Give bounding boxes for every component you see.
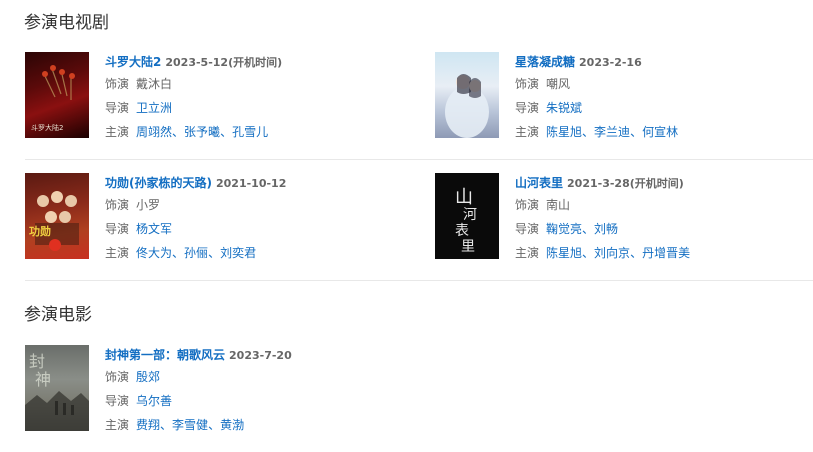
tv-card: 功勋 功勋(孙家栋的天路) 2021-10-12 饰演 小罗 导演 杨文军 主演 佟大为… [25,173,405,265]
cast-link[interactable]: 孙俪 [184,246,208,260]
director-link[interactable]: 杨文军 [136,222,172,236]
tv-card: 斗罗大陆2 斗罗大陆2 2023-5-12(开机时间) 饰演 戴沐白 导演 卫立洲 主… [25,52,405,144]
movie-title-link[interactable]: 封神第一部：朝歌风云 [105,348,225,362]
director-label: 导演 [105,394,130,408]
poster-image[interactable]: 山 河 表 里 [435,173,499,259]
svg-text:封: 封 [29,352,45,371]
cast-link[interactable]: 周翊然 [136,125,172,139]
cast-label: 主演 [105,246,130,260]
svg-text:表: 表 [455,223,469,239]
director-label: 导演 [105,101,130,115]
role-label: 饰演 [105,370,130,384]
director-label: 导演 [515,101,540,115]
drama-date: 2023-5-12(开机时间) [165,56,283,69]
svg-text:河: 河 [463,207,477,223]
director-label: 导演 [105,222,130,236]
cast-label: 主演 [515,125,540,139]
cast-link[interactable]: 佟大为 [136,246,172,260]
cast-link[interactable]: 刘向京 [594,246,630,260]
cast-link[interactable]: 陈星旭 [546,246,582,260]
role-value: 小罗 [136,198,161,212]
director-link[interactable]: 卫立洲 [136,101,172,115]
drama-title-link[interactable]: 斗罗大陆2 [105,55,161,69]
drama-date: 2021-10-12 [215,177,287,190]
cast-label: 主演 [105,125,130,139]
svg-text:山: 山 [455,187,473,208]
cast-link[interactable]: 刘奕君 [220,246,256,260]
divider [25,280,813,281]
svg-text:斗罗大陆2: 斗罗大陆2 [31,123,63,132]
drama-title-link[interactable]: 山河表里 [515,176,563,190]
svg-text:功勋: 功勋 [29,224,51,238]
role-label: 饰演 [105,198,130,212]
director-link[interactable]: 乌尔善 [136,394,172,408]
drama-title-link[interactable]: 星落凝成糖 [515,55,575,69]
drama-date: 2023-2-16 [579,56,642,69]
poster-image[interactable]: 封 神 [25,345,89,431]
cast-link[interactable]: 黄渤 [220,418,244,432]
cast-link[interactable]: 李兰迪 [594,125,630,139]
drama-date: 2021-3-28(开机时间) [567,177,684,190]
tv-card: 星落凝成糖 2023-2-16 饰演 嘲风 导演 朱锐斌 主演 陈星旭、李兰迪、何宣林 [435,52,813,144]
movie-card: 封 神 封神第一部：朝歌风云 2023-7-20 饰演 殷郊 导演 乌尔善 主演 费翔、… [25,345,405,437]
cast-link[interactable]: 李雪健 [172,418,208,432]
svg-text:神: 神 [35,370,51,389]
cast-link[interactable]: 陈星旭 [546,125,582,139]
cast-link[interactable]: 孔雪儿 [232,125,268,139]
role-value: 南山 [546,198,571,212]
director-label: 导演 [515,222,540,236]
poster-image[interactable]: 功勋 [25,173,89,259]
role-label: 饰演 [515,198,540,212]
drama-title-link[interactable]: 功勋(孙家栋的天路) [105,176,212,190]
poster-image[interactable] [435,52,499,138]
cast-label: 主演 [515,246,540,260]
role-value: 戴沐白 [136,77,173,91]
movie-date: 2023-7-20 [229,349,292,362]
cast-label: 主演 [105,418,130,432]
role-label: 饰演 [515,77,540,91]
tv-card: 山 河 表 里 山河表里 2021-3-28(开机时间) 饰演 南山 导演 鞠觉亮、刘… [435,173,813,265]
section-title-movie: 参演电影 [24,305,92,325]
cast-link[interactable]: 费翔 [136,418,160,432]
role-label: 饰演 [105,77,130,91]
role-link[interactable]: 殷郊 [136,370,160,384]
director-link[interactable]: 鞠觉亮、刘畅 [546,222,618,236]
cast-link[interactable]: 张予曦 [184,125,220,139]
section-title-tv: 参演电视剧 [24,13,109,33]
cast-link[interactable]: 丹增晋美 [642,246,690,260]
cast-link[interactable]: 何宣林 [642,125,678,139]
divider [25,159,813,160]
svg-text:里: 里 [461,239,475,255]
director-link[interactable]: 朱锐斌 [546,101,582,115]
poster-image[interactable]: 斗罗大陆2 [25,52,89,138]
role-value: 嘲风 [546,77,571,91]
